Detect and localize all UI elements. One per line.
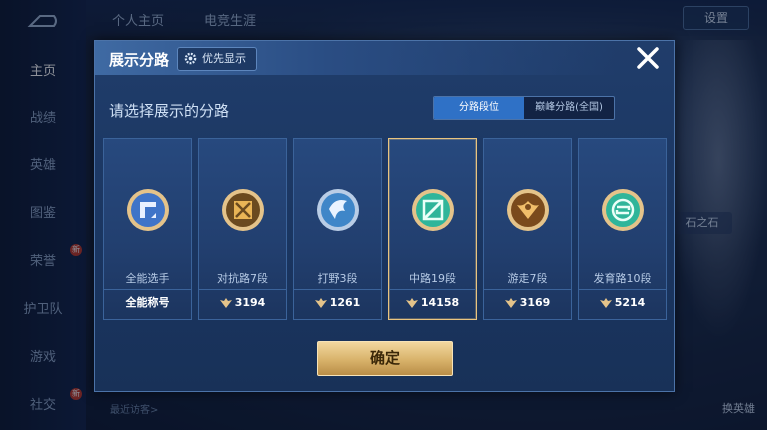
card-divider [484, 289, 571, 290]
wing-icon [405, 298, 418, 308]
wing-icon [504, 298, 517, 308]
lane-card-jungle[interactable]: 打野3段 1261 [293, 138, 382, 320]
dialog-title: 展示分路 [109, 51, 170, 69]
all-round-badge-icon [127, 189, 169, 231]
lane-name: 全能选手 [125, 272, 170, 285]
lane-score: 5214 [579, 294, 666, 312]
lane-score-value: 全能称号 [125, 296, 170, 309]
lane-score-value: 5214 [614, 296, 646, 309]
card-divider [579, 289, 666, 290]
lane-display-dialog: 展示分路 优先显示 请选择展示的分路 分路段位 巅峰分路(全国) 全能选手 全能… [94, 40, 675, 392]
lane-card-mid[interactable]: 中路19段 14158 [388, 138, 477, 320]
lane-score: 3169 [484, 294, 571, 312]
card-divider [389, 289, 476, 290]
tab-peak-lane[interactable]: 巅峰分路(全国) [524, 97, 614, 119]
card-divider [199, 289, 286, 290]
lane-score: 全能称号 [104, 294, 191, 312]
card-divider [104, 289, 191, 290]
jungle-badge-icon [317, 189, 359, 231]
lane-name: 发育路10段 [593, 272, 652, 285]
lane-card-clash[interactable]: 对抗路7段 3194 [198, 138, 287, 320]
priority-display-button[interactable]: 优先显示 [177, 47, 257, 71]
wing-icon [599, 298, 612, 308]
tab-lane-rank[interactable]: 分路段位 [434, 97, 524, 119]
lane-name: 中路19段 [409, 272, 456, 285]
lane-card-farm[interactable]: 发育路10段 5214 [578, 138, 667, 320]
lane-name: 对抗路7段 [217, 272, 268, 285]
gear-icon [184, 52, 197, 65]
lane-score-value: 14158 [420, 296, 460, 309]
lane-score: 3194 [199, 294, 286, 312]
lane-score-value: 3194 [234, 296, 266, 309]
lane-score-value: 1261 [329, 296, 361, 309]
mid-lane-badge-icon [412, 189, 454, 231]
lane-score: 1261 [294, 294, 381, 312]
select-lane-prompt: 请选择展示的分路 [109, 102, 230, 120]
wing-icon [219, 298, 232, 308]
farm-lane-badge-icon [602, 189, 644, 231]
card-divider [294, 289, 381, 290]
lane-score-value: 3169 [519, 296, 551, 309]
lane-card-roam[interactable]: 游走7段 3169 [483, 138, 572, 320]
confirm-button[interactable]: 确定 [317, 341, 453, 376]
lane-name: 打野3段 [317, 272, 358, 285]
roam-badge-icon [507, 189, 549, 231]
close-icon[interactable] [635, 45, 661, 71]
priority-display-label: 优先显示 [202, 52, 246, 65]
wing-icon [314, 298, 327, 308]
lane-tab-group: 分路段位 巅峰分路(全国) [433, 96, 615, 120]
lane-card-all-round[interactable]: 全能选手 全能称号 [103, 138, 192, 320]
lane-name: 游走7段 [507, 272, 548, 285]
lane-score: 14158 [389, 294, 476, 312]
clash-lane-badge-icon [222, 189, 264, 231]
